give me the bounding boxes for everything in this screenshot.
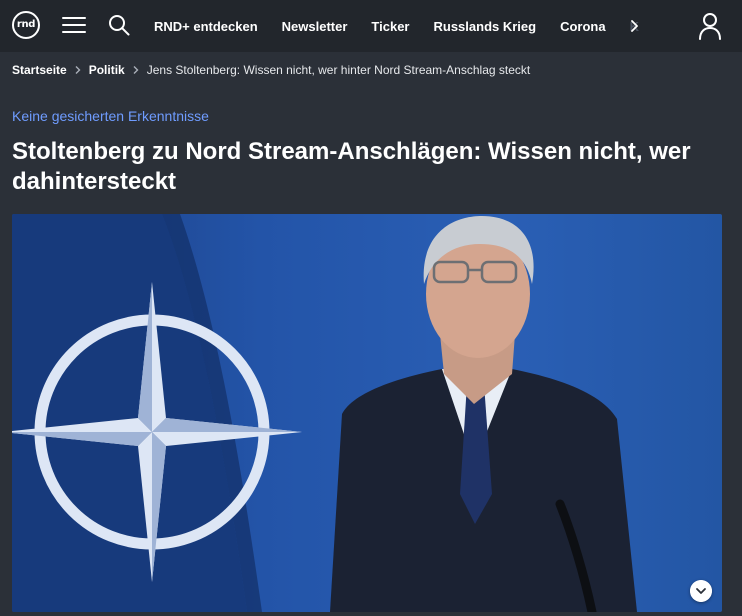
user-icon[interactable]: [697, 12, 723, 40]
chevron-right-icon[interactable]: [628, 17, 642, 35]
chevron-down-icon[interactable]: [690, 580, 712, 602]
hamburger-menu-icon[interactable]: [62, 15, 86, 35]
hero-image[interactable]: [12, 214, 722, 612]
nav-item-newsletter[interactable]: Newsletter: [282, 19, 348, 34]
breadcrumb-item-startseite[interactable]: Startseite: [12, 63, 67, 77]
breadcrumb-item-politik[interactable]: Politik: [89, 63, 125, 77]
breadcrumb-current-page: Jens Stoltenberg: Wissen nicht, wer hint…: [146, 63, 531, 77]
top-navigation-bar: rnd RND+ entdecken Newsletter Ticker Rus…: [0, 0, 742, 52]
article-kicker: Keine gesicherten Erkenntnisse: [12, 108, 209, 124]
article-headline: Stoltenberg zu Nord Stream-Anschlägen: W…: [12, 138, 691, 195]
nav-item-corona[interactable]: Corona: [560, 19, 606, 34]
breadcrumb: Startseite Politik Jens Stoltenberg: Wis…: [12, 62, 530, 78]
nav-item-ticker[interactable]: Ticker: [371, 19, 409, 34]
chevron-right-icon: [75, 66, 81, 74]
nav-item-rnd-plus[interactable]: RND+ entdecken: [154, 19, 258, 34]
search-icon[interactable]: [108, 14, 130, 36]
chevron-right-icon: [133, 66, 139, 74]
main-navigation: RND+ entdecken Newsletter Ticker Russlan…: [154, 0, 653, 52]
nav-item-russlands-krieg[interactable]: Russlands Krieg: [434, 19, 537, 34]
rnd-logo[interactable]: rnd: [12, 11, 40, 39]
hero-photo: [12, 214, 637, 612]
